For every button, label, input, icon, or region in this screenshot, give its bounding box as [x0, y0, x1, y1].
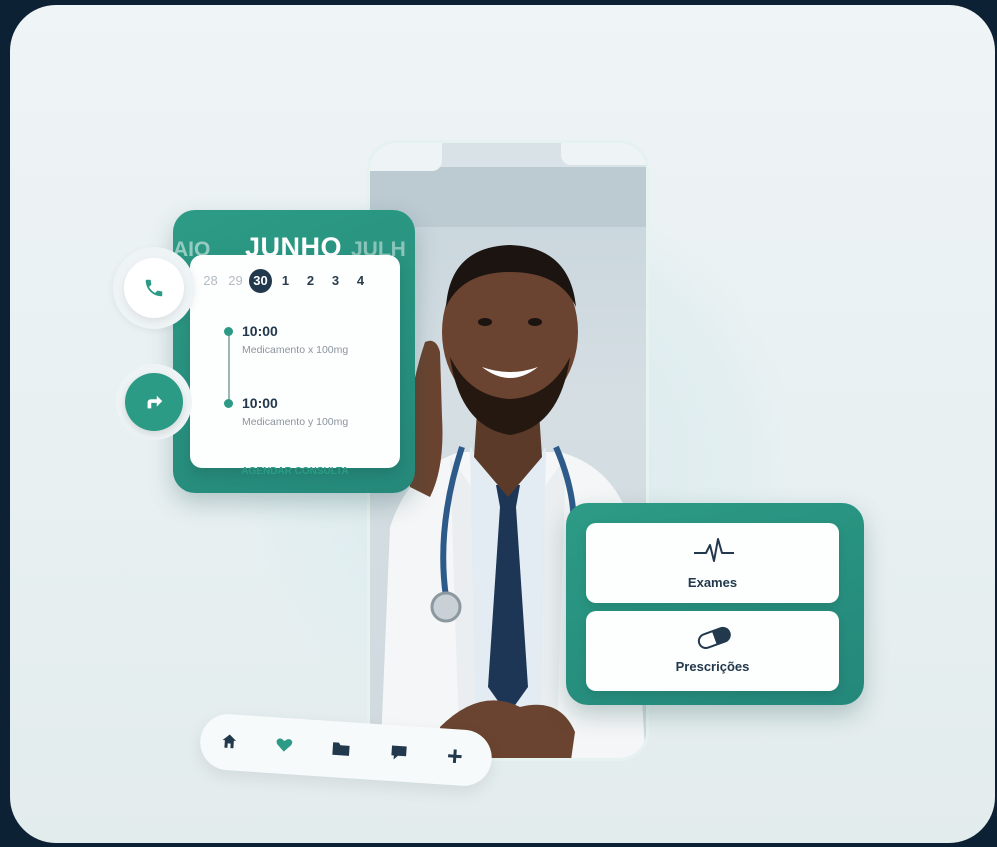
day-strip: 28 29 30 1 2 3 4: [198, 269, 373, 293]
phone-notch-left: [370, 143, 442, 171]
chat-icon[interactable]: [385, 739, 413, 767]
heart-icon[interactable]: [270, 731, 298, 759]
timeline-dot: [224, 399, 233, 408]
share-arrow-icon: [147, 395, 163, 409]
phone-icon: [145, 279, 163, 297]
event-time: 10:00: [242, 323, 278, 339]
timeline-dot: [224, 327, 233, 336]
day-item[interactable]: 3: [323, 269, 348, 293]
schedule-panel: 28 29 30 1 2 3 4 10:00 Medicamento x 100…: [190, 255, 400, 468]
exams-card: Exames Prescrições: [566, 503, 864, 705]
phone-notch-right: [561, 143, 646, 165]
plus-icon[interactable]: [441, 742, 469, 770]
day-item-selected[interactable]: 30: [249, 269, 272, 293]
day-item[interactable]: 1: [273, 269, 298, 293]
day-item[interactable]: 29: [223, 269, 248, 293]
heartbeat-icon: [694, 538, 734, 562]
event-description: Medicamento y 100mg: [242, 416, 349, 428]
forward-button-inner: [125, 373, 183, 431]
home-icon[interactable]: [215, 727, 243, 755]
forward-button[interactable]: [116, 364, 192, 440]
calendar-card: AIO JUNHO JULH 28 29 30 1 2 3 4 10:00 Me…: [173, 210, 415, 493]
schedule-appointment-link[interactable]: AGENDAR CONSULTA: [190, 466, 400, 477]
pill-icon: [697, 626, 731, 650]
exams-label: Exames: [687, 575, 738, 590]
call-button[interactable]: [113, 247, 195, 329]
hero-frame: AIO JUNHO JULH 28 29 30 1 2 3 4 10:00 Me…: [10, 5, 995, 843]
event-time: 10:00: [242, 395, 278, 411]
folder-icon[interactable]: [327, 735, 355, 763]
exams-tile[interactable]: Exames: [586, 523, 839, 603]
prescriptions-tile[interactable]: Prescrições: [586, 611, 839, 691]
day-item[interactable]: 2: [298, 269, 323, 293]
timeline-line: [228, 332, 230, 402]
day-item[interactable]: 4: [348, 269, 373, 293]
call-button-inner: [124, 258, 184, 318]
event-description: Medicamento x 100mg: [242, 344, 349, 356]
day-item[interactable]: 28: [198, 269, 223, 293]
prescriptions-label: Prescrições: [675, 659, 750, 674]
